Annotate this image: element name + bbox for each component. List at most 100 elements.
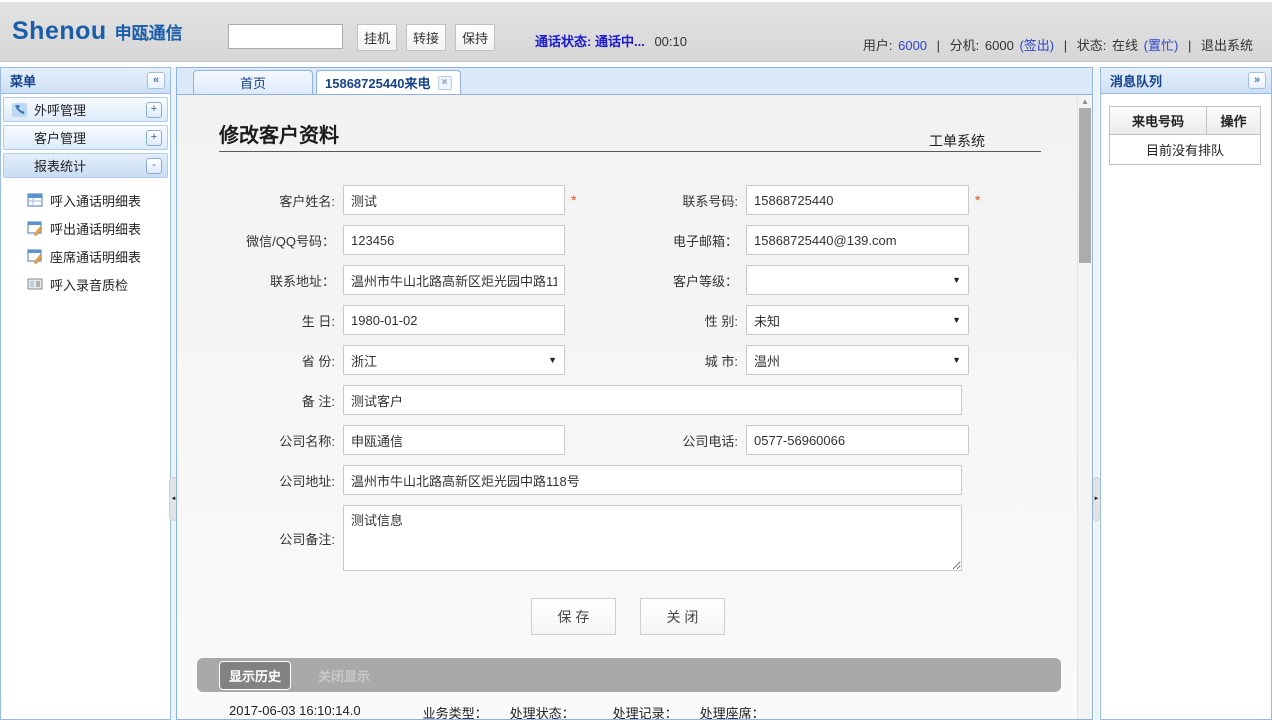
company-name-input[interactable] xyxy=(343,425,565,455)
splitter-right-arrow-icon: ► xyxy=(1094,496,1100,502)
sidebar-item-agent-report[interactable]: 座席通话明细表 xyxy=(1,242,170,270)
sidebar-item-label: 座席通话明细表 xyxy=(50,247,141,266)
province-select[interactable]: 浙江 ▼ xyxy=(343,345,565,375)
sidebar-collapse-icon[interactable]: « xyxy=(147,72,165,89)
sidebar-menu-panel: 菜单 « 外呼管理 + 客户管理 + 报表统计 - xyxy=(0,67,171,720)
report-icon xyxy=(27,276,43,292)
history-record: 2017-06-03 16:10:14.0 业务类型： 处理状态： 处理记录： … xyxy=(229,703,1092,719)
province-label: 省 份: xyxy=(177,351,343,370)
queue-table: 来电号码 操作 目前没有排队 xyxy=(1109,106,1261,165)
show-history-button[interactable]: 显示历史 xyxy=(219,661,291,690)
hide-history-button[interactable]: 关闭显示 xyxy=(318,666,370,685)
contact-number-label: 联系号码: xyxy=(585,191,746,210)
close-icon[interactable]: × xyxy=(438,76,452,90)
required-asterisk: * xyxy=(975,192,989,208)
customer-name-label: 客户姓名: xyxy=(177,191,343,210)
customer-level-select[interactable]: ▼ xyxy=(746,265,969,295)
call-controls: 挂机 转接 保持 xyxy=(357,24,495,51)
wechat-qq-input[interactable] xyxy=(343,225,565,255)
sidebar-item-inbound-report[interactable]: 呼入通话明细表 xyxy=(1,186,170,214)
expand-icon[interactable]: + xyxy=(146,102,162,118)
call-status-value: 通话中... xyxy=(595,34,645,49)
sidebar-group-label: 客户管理 xyxy=(34,128,86,147)
birthday-input[interactable] xyxy=(343,305,565,335)
company-phone-input[interactable] xyxy=(746,425,969,455)
gender-select[interactable]: 未知 ▼ xyxy=(746,305,969,335)
company-address-input[interactable] xyxy=(343,465,962,495)
queue-empty-row: 目前没有排队 xyxy=(1110,135,1260,164)
city-select[interactable]: 温州 ▼ xyxy=(746,345,969,375)
edit-form-icon xyxy=(27,248,43,264)
queue-collapse-icon[interactable]: » xyxy=(1248,72,1266,89)
user-bar: 用户: 6000 | 分机: 6000 (签出) | 状态: 在线 (置忙) |… xyxy=(862,35,1254,54)
sidebar-item-outbound-report[interactable]: 呼出通话明细表 xyxy=(1,214,170,242)
customer-form: 客户姓名: * 联系号码: * 微信/QQ号码： xyxy=(177,185,1092,635)
set-busy-link[interactable]: (置忙) xyxy=(1144,38,1179,53)
scroll-up-icon[interactable]: ▲ xyxy=(1078,95,1092,109)
queue-table-header: 来电号码 操作 xyxy=(1110,107,1260,135)
sidebar-group-reports[interactable]: 报表统计 - xyxy=(3,153,168,178)
tab-incoming-call[interactable]: 15868725440来电 × xyxy=(316,70,461,94)
tab-home-label: 首页 xyxy=(240,73,266,92)
history-toolbar: 显示历史 关闭显示 xyxy=(197,658,1061,692)
work-order-system-link[interactable]: 工单系统 xyxy=(929,131,985,151)
close-button[interactable]: 关 闭 xyxy=(640,598,725,635)
note-input[interactable] xyxy=(343,385,962,415)
chevron-down-icon: ▼ xyxy=(952,315,961,325)
contact-address-label: 联系地址： xyxy=(177,271,343,290)
brand-logo-en: Shenou xyxy=(12,17,107,46)
customer-name-input[interactable] xyxy=(343,185,565,215)
tab-home[interactable]: 首页 xyxy=(193,70,313,94)
history-type-label: 业务类型： xyxy=(423,703,488,719)
sidebar-submenu: 呼入通话明细表 呼出通话明细表 座席通话明细表 xyxy=(1,178,170,298)
hold-button[interactable]: 保持 xyxy=(455,24,495,51)
call-status: 通话状态: 通话中... 00:10 xyxy=(535,31,687,50)
sidebar-group-label: 外呼管理 xyxy=(34,100,86,119)
sidebar-header: 菜单 « xyxy=(1,68,170,94)
extension-value: 6000 xyxy=(985,38,1014,53)
sidebar-group-outbound[interactable]: 外呼管理 + xyxy=(3,97,168,122)
email-input[interactable] xyxy=(746,225,969,255)
call-timer: 00:10 xyxy=(654,34,687,49)
save-button[interactable]: 保 存 xyxy=(531,598,616,635)
expand-icon[interactable]: + xyxy=(146,130,162,146)
separator: | xyxy=(1188,38,1191,53)
contact-number-input[interactable] xyxy=(746,185,969,215)
dial-number-input[interactable] xyxy=(228,24,343,49)
sidebar-item-label: 呼入录音质检 xyxy=(50,275,128,294)
company-note-textarea[interactable]: 测试信息 xyxy=(343,505,962,571)
logout-link[interactable]: 退出系统 xyxy=(1201,38,1253,53)
message-queue-panel: 消息队列 » 来电号码 操作 目前没有排队 xyxy=(1100,67,1272,720)
chevron-down-icon: ▼ xyxy=(548,355,557,365)
transfer-button[interactable]: 转接 xyxy=(406,24,446,51)
call-status-label: 通话状态: xyxy=(535,34,591,49)
status-value: 在线 xyxy=(1112,38,1138,53)
vertical-scrollbar[interactable]: ▲ xyxy=(1077,95,1092,719)
brand-logo: Shenou 申瓯通信 xyxy=(12,17,183,46)
scrollbar-thumb[interactable] xyxy=(1079,108,1091,263)
company-address-label: 公司地址: xyxy=(177,471,343,490)
sidebar-item-label: 呼出通话明细表 xyxy=(50,219,141,238)
separator: | xyxy=(1064,38,1067,53)
right-splitter: ► xyxy=(1094,67,1099,720)
history-status-label: 处理状态： xyxy=(510,703,575,719)
separator: | xyxy=(937,38,940,53)
signout-link[interactable]: (签出) xyxy=(1019,38,1054,53)
company-note-label: 公司备注: xyxy=(177,529,343,548)
user-id-link[interactable]: 6000 xyxy=(898,38,927,53)
collapse-icon[interactable]: - xyxy=(146,158,162,174)
user-label: 用户: xyxy=(863,38,893,53)
queue-header: 消息队列 » xyxy=(1101,68,1271,94)
chevron-down-icon: ▼ xyxy=(952,355,961,365)
contact-address-input[interactable] xyxy=(343,265,565,295)
sidebar-group-customers[interactable]: 客户管理 + xyxy=(3,125,168,150)
top-header: Shenou 申瓯通信 挂机 转接 保持 通话状态: 通话中... 00:10 … xyxy=(0,0,1272,62)
required-asterisk: * xyxy=(571,192,585,208)
sidebar-item-recording-qc[interactable]: 呼入录音质检 xyxy=(1,270,170,298)
history-agent-label: 处理座席： xyxy=(700,703,765,719)
main-content: 修改客户资料 工单系统 客户姓名: * 联系号码: * xyxy=(177,95,1092,719)
app-window: Shenou 申瓯通信 挂机 转接 保持 通话状态: 通话中... 00:10 … xyxy=(0,0,1272,720)
hangup-button[interactable]: 挂机 xyxy=(357,24,397,51)
edit-form-icon xyxy=(27,220,43,236)
phone-icon xyxy=(12,102,28,118)
